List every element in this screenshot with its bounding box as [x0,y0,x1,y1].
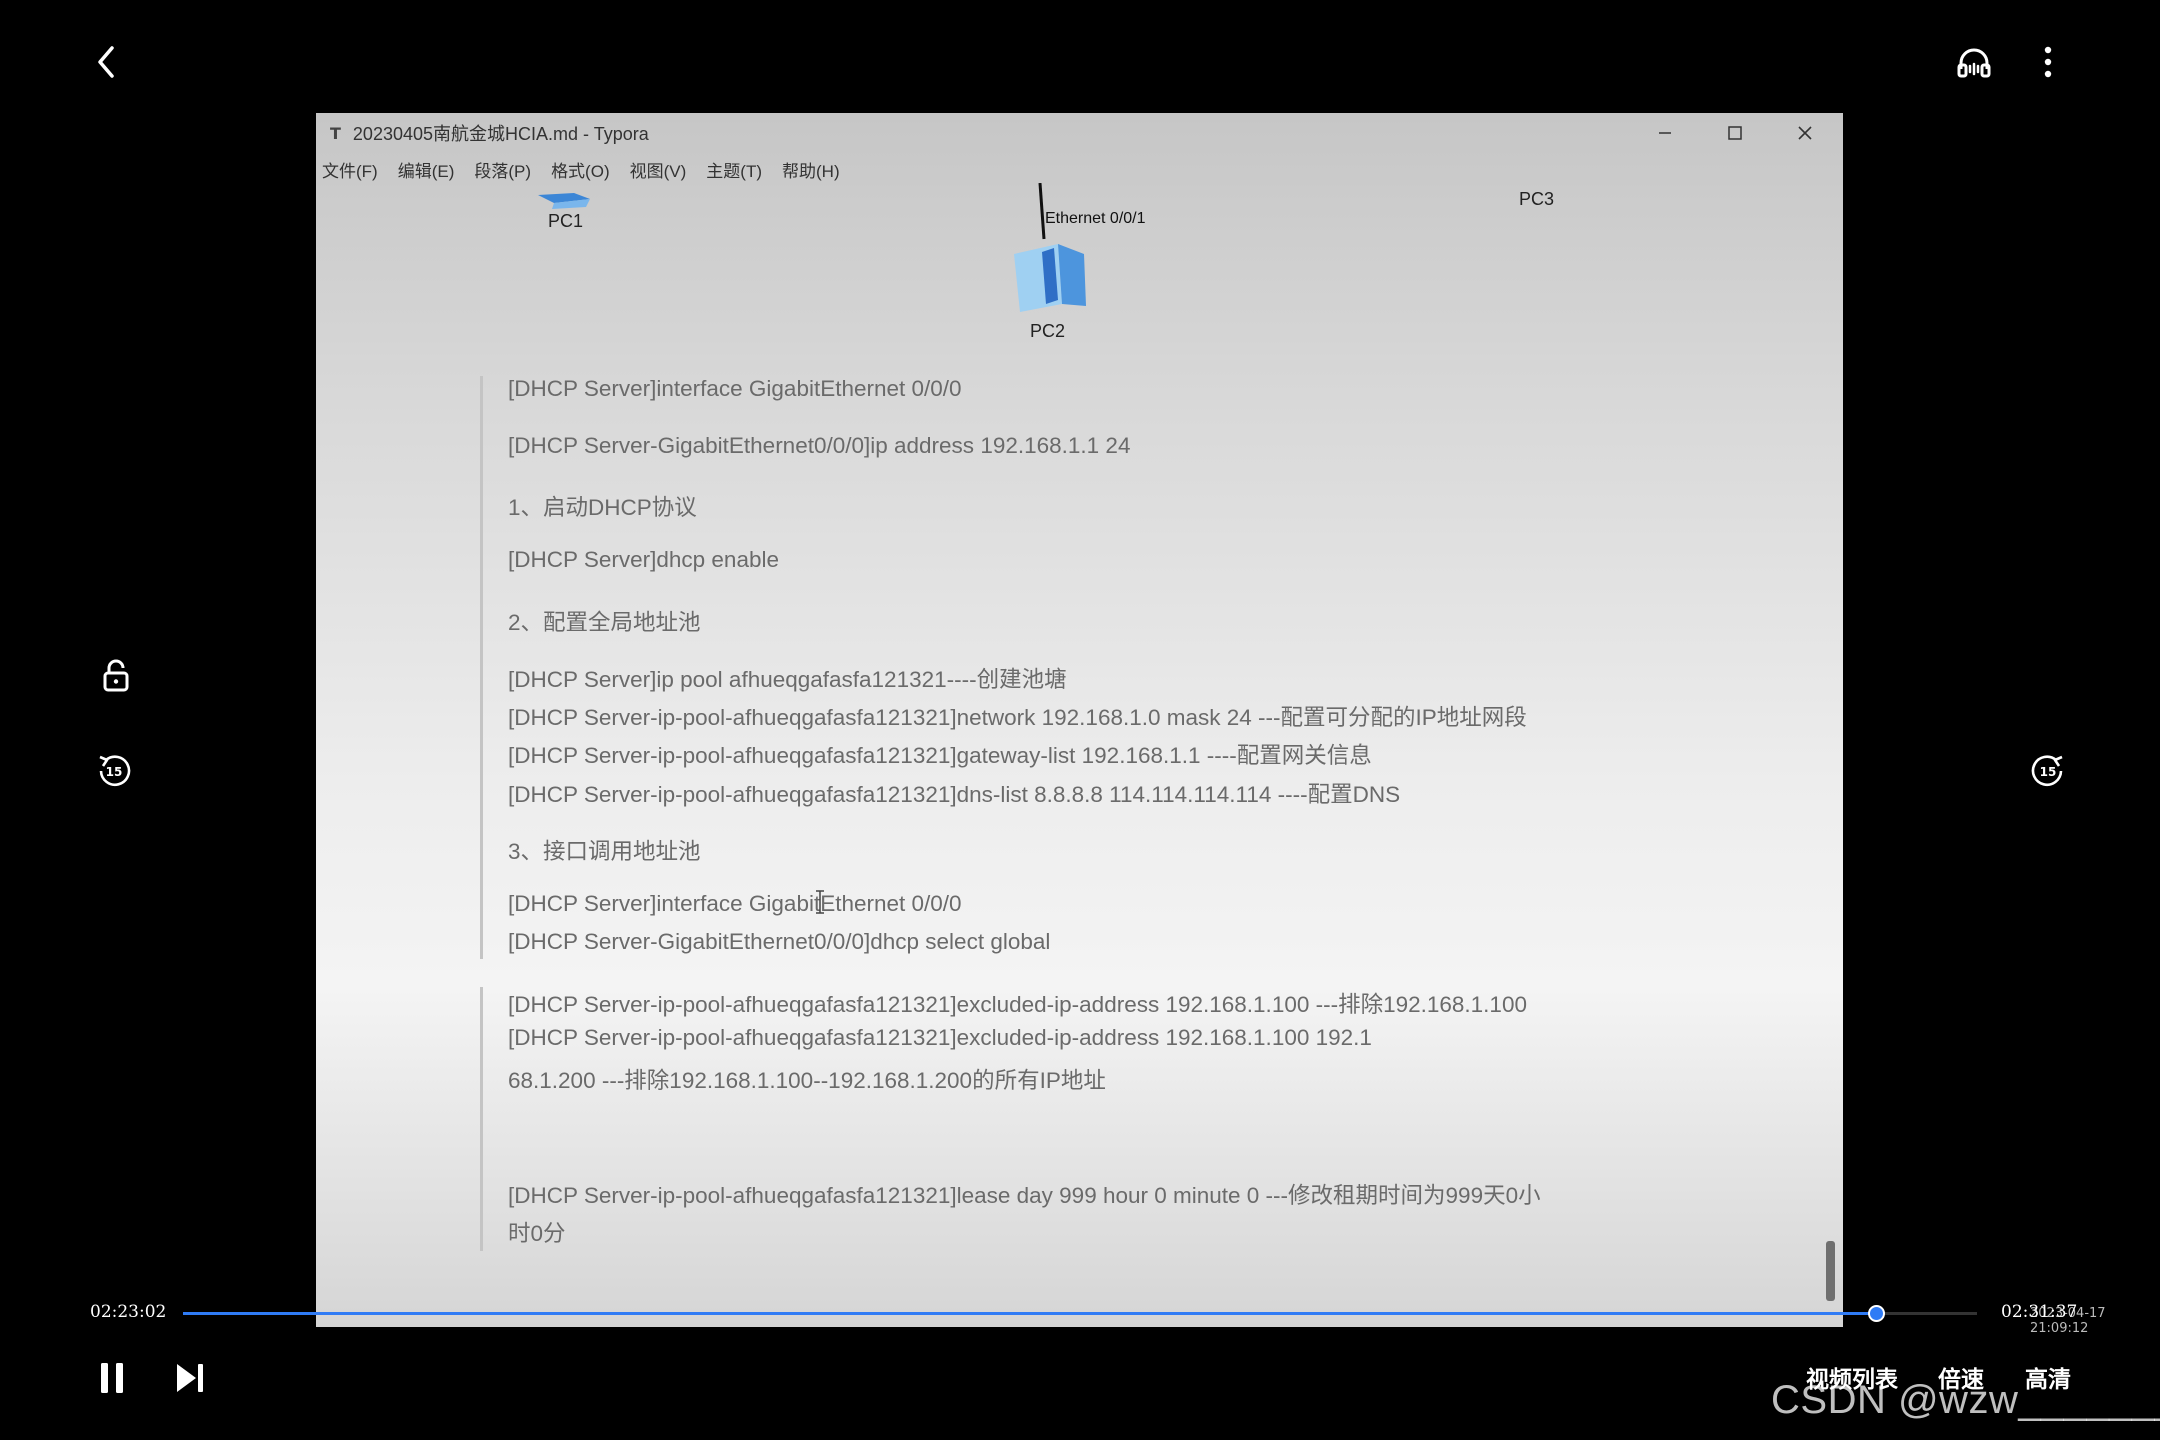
doc-line: [DHCP Server-ip-pool-afhueqgafasfa121321… [508,705,1527,730]
doc-line: 3、接口调用地址池 [508,839,701,864]
maximize-button [1705,113,1765,153]
doc-line: [DHCP Server-ip-pool-afhueqgafasfa121321… [508,782,1401,807]
blockquote-bar [480,376,483,959]
menu-format: 格式(O) [551,162,610,181]
doc-line: [DHCP Server-GigabitEthernet0/0/0]dhcp s… [508,929,1051,954]
doc-line: [DHCP Server]interface GigabitEthernet 0… [508,376,962,401]
ethernet-port-label: Ethernet 0/0/1 [1045,210,1146,227]
window-titlebar: T 20230405南航金城HCIA.md - Typora [316,113,1843,153]
doc-line: 68.1.200 ---排除192.168.1.100--192.168.1.2… [508,1068,1106,1093]
scrollbar-thumb [1826,1241,1835,1301]
back-button[interactable] [84,40,128,84]
menu-view: 视图(V) [629,162,687,181]
progress-fill [183,1312,1876,1315]
doc-line: [DHCP Server-GigabitEthernet0/0/0]ip add… [508,433,1131,458]
headset-icon [1957,48,1991,78]
csdn-watermark: CSDN @wzw________ [1771,1378,2160,1422]
pc1-label: PC1 [548,211,584,231]
menu-bar: 文件(F) 编辑(E) 段落(P) 格式(O) 视图(V) 主题(T) 帮助(H… [322,157,840,182]
close-icon [1798,126,1812,140]
more-button[interactable] [2026,40,2070,84]
doc-line: [DHCP Server-ip-pool-afhueqgafasfa121321… [508,1183,1541,1208]
skip-forward-15-icon: 15 [2031,755,2063,787]
elapsed-time: 02:23:02 [90,1302,167,1322]
maximize-icon [1728,126,1742,140]
skip-forward-label: 15 [2040,765,2057,779]
typora-logo: T [330,123,341,143]
doc-line: [DHCP Server]dhcp enable [508,547,779,572]
doc-line: 1、启动DHCP协议 [508,495,697,520]
total-time: 02:31:37 [2001,1302,2078,1322]
video-frame[interactable]: T 20230405南航金城HCIA.md - Typora 文件(F) 编辑(… [316,113,1843,1327]
audio-mode-button[interactable] [1952,40,1996,84]
doc-line: 2、配置全局地址池 [508,610,701,635]
doc-line: [DHCP Server]interface GigabitEthernet 0… [508,891,962,916]
screen-lock-button[interactable] [88,648,144,704]
menu-help: 帮助(H) [782,162,840,181]
menu-edit: 编辑(E) [397,162,455,181]
skip-back-button[interactable]: 15 [86,743,142,799]
pc3-label: PC3 [1519,189,1555,209]
skip-back-label: 15 [106,765,123,779]
menu-paragraph: 段落(P) [474,162,532,181]
blockquote-bar [480,987,483,1251]
text-cursor-icon [816,890,824,914]
back-icon [98,46,114,78]
skip-back-15-icon: 15 [99,755,131,787]
progress-slider[interactable] [183,1305,1977,1322]
close-window-button [1775,113,1835,153]
skip-forward-button[interactable]: 15 [2020,743,2076,799]
pc1-node-icon [538,193,590,209]
more-icon [2044,46,2052,78]
pause-icon [101,1363,123,1393]
pause-button[interactable] [88,1354,136,1402]
lock-icon [103,659,129,692]
pc2-label: PC2 [1030,321,1066,341]
next-icon [177,1364,203,1392]
progress-handle[interactable] [1867,1305,1885,1322]
doc-line: [DHCP Server]ip pool afhueqgafasfa121321… [508,667,1067,692]
minimize-button [1635,113,1695,153]
next-button[interactable] [166,1354,214,1402]
pc2-node-icon [1014,244,1086,312]
minimize-icon [1659,132,1671,134]
doc-line: [DHCP Server-ip-pool-afhueqgafasfa121321… [508,992,1527,1017]
window-title: 20230405南航金城HCIA.md - Typora [352,124,649,144]
menu-theme: 主题(T) [706,162,762,181]
doc-line: [DHCP Server-ip-pool-afhueqgafasfa121321… [508,1025,1372,1050]
doc-line: 时0分 [508,1221,566,1246]
menu-file: 文件(F) [322,162,378,181]
doc-line: [DHCP Server-ip-pool-afhueqgafasfa121321… [508,743,1372,768]
